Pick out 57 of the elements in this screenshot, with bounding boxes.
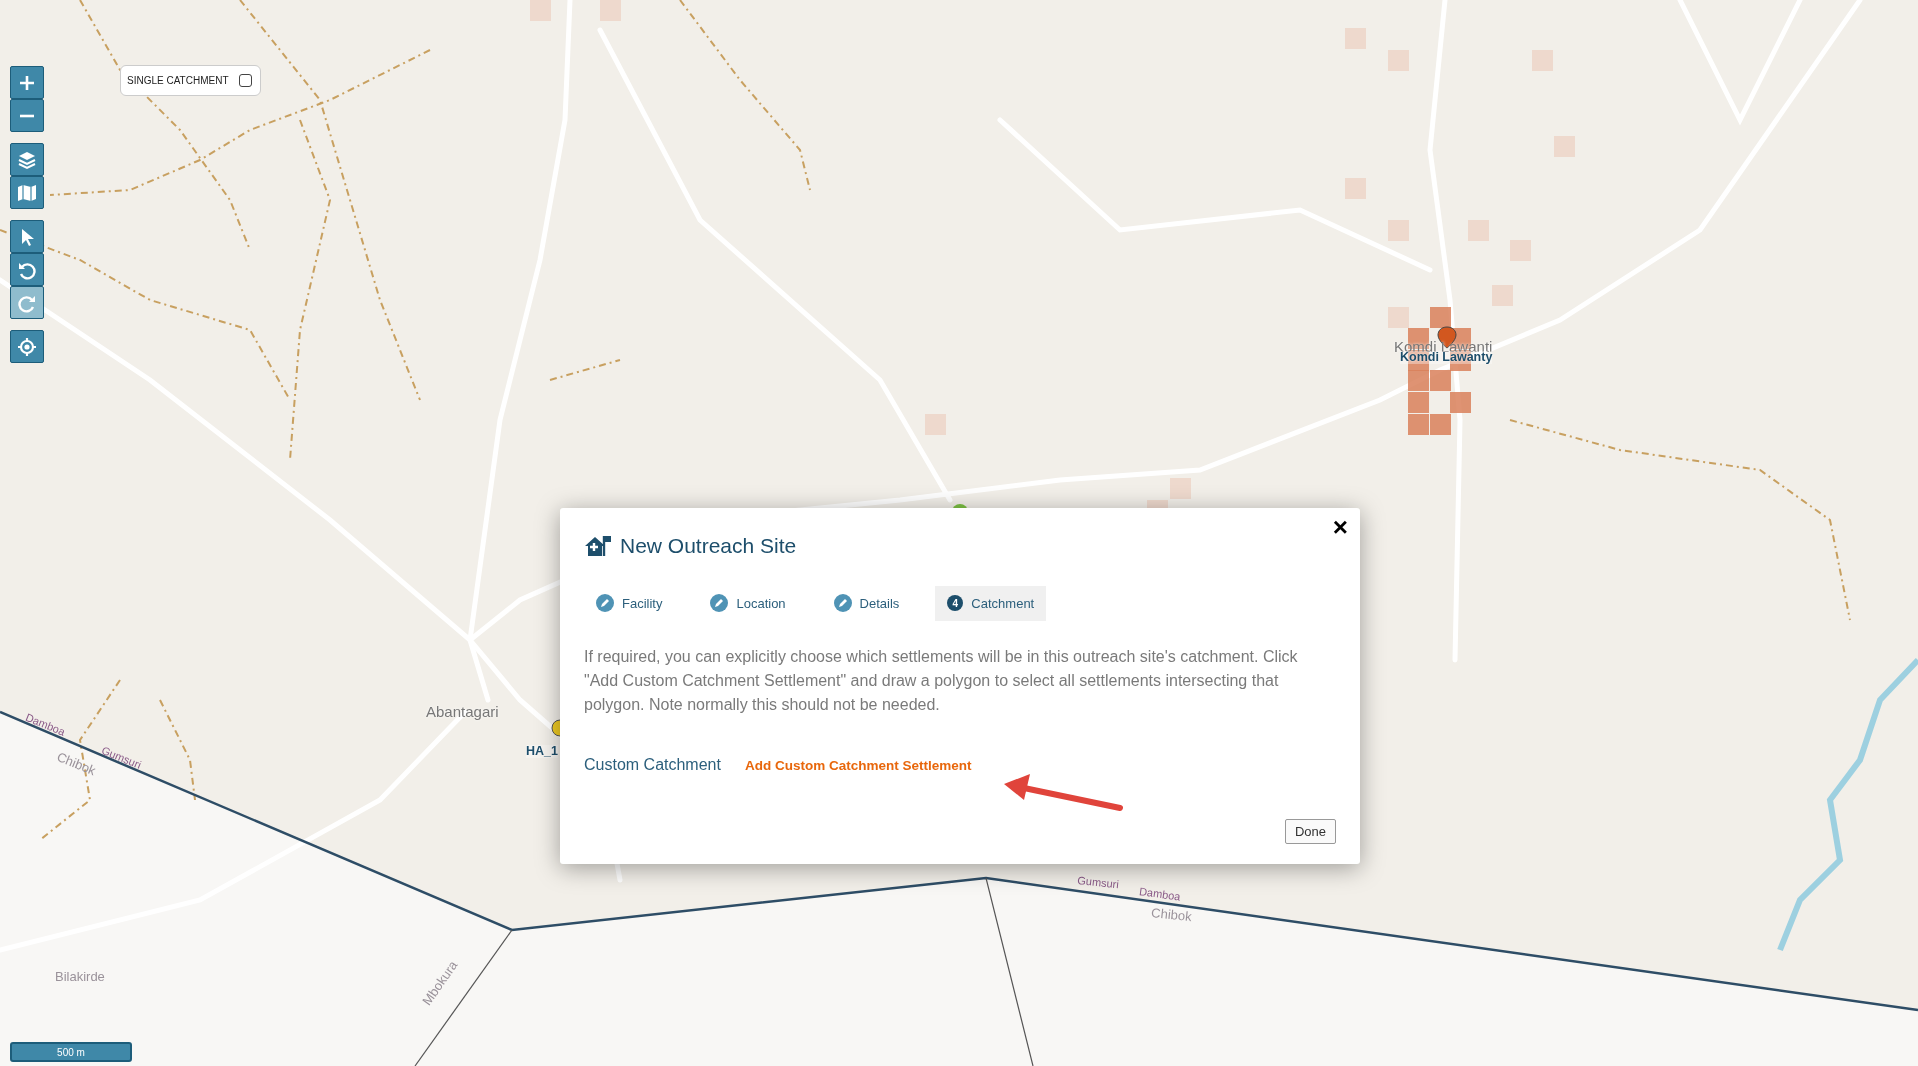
- layers-button[interactable]: [10, 143, 44, 176]
- field-label: Custom Catchment: [584, 755, 721, 775]
- settlement-cell: [600, 0, 621, 21]
- settlement-cell: [1430, 307, 1451, 328]
- settlement-cell: [1492, 285, 1513, 306]
- settlement-cell: [1345, 178, 1366, 199]
- checkbox[interactable]: [238, 74, 252, 87]
- settlement-cell: [1430, 414, 1451, 435]
- pointer-button[interactable]: [10, 220, 44, 253]
- edit-icon: [833, 594, 852, 613]
- zoom-out-icon: [17, 113, 37, 118]
- layers-icon: [17, 149, 37, 170]
- settlement-cell: [1468, 220, 1489, 241]
- step-tab[interactable]: Location: [698, 585, 798, 621]
- settlement-cell: [1430, 370, 1451, 391]
- scale-bar: 500 m: [10, 1042, 132, 1062]
- undo-button[interactable]: [10, 253, 44, 286]
- settlement-cell: [530, 0, 551, 21]
- map-button[interactable]: [10, 176, 44, 209]
- settlement-cell: [1388, 50, 1409, 71]
- settlement-cell: [1510, 240, 1531, 261]
- done-button[interactable]: Done: [1284, 818, 1336, 844]
- settlement-cell: [1408, 414, 1429, 435]
- zoom-out-button[interactable]: [10, 99, 44, 132]
- settlement-cell: [1532, 50, 1553, 71]
- site-label: HA_1: [526, 745, 558, 758]
- clinic-flag-icon: [584, 533, 612, 558]
- place-label: Chibok: [1150, 906, 1193, 924]
- dialog-title: New Outreach Site: [620, 533, 797, 559]
- settlement-cell: [1345, 28, 1366, 49]
- settlement-cell: [1170, 478, 1191, 499]
- place-label: Bilakirde: [55, 970, 105, 983]
- description-text: If required, you can explicitly choose which settlements will be in this outreach site's catchment. Click "Add Custom Catchment Settlement" and draw a polygon to select all settlements intersecting that polygon. Note normally this should not be needed.: [584, 647, 1299, 715]
- settlement-cell: [925, 414, 946, 435]
- settlement-cell: [1408, 392, 1429, 413]
- edit-icon: [710, 594, 729, 613]
- checkbox-label: SINGLE CATCHMENT: [127, 74, 229, 88]
- edit-icon: [596, 594, 614, 613]
- settlement-cell: [1388, 307, 1409, 328]
- step-tab[interactable]: 4 Catchment: [935, 585, 1047, 621]
- boundary-label: Gumsuri: [1076, 875, 1120, 891]
- step-tab[interactable]: Details: [821, 585, 912, 621]
- boundary-label: Damboa: [1138, 886, 1182, 903]
- locate-icon: [17, 336, 37, 357]
- close-button[interactable]: ×: [1328, 514, 1352, 540]
- settlement-cell: [1388, 220, 1409, 241]
- settlement-cell: [1408, 370, 1429, 391]
- settlement-cell: [1450, 392, 1471, 413]
- trail-line: [549, 359, 621, 381]
- step-tab[interactable]: Facility: [584, 585, 675, 621]
- settlement-cell: [1554, 136, 1575, 157]
- site-label: Komdi Lawanty: [1400, 351, 1493, 364]
- step-number-icon: 4: [947, 595, 964, 612]
- zoom-in-button[interactable]: [10, 66, 44, 99]
- map-icon: [17, 182, 37, 203]
- place-label: Abantagari: [426, 704, 499, 719]
- locate-button[interactable]: [10, 330, 44, 363]
